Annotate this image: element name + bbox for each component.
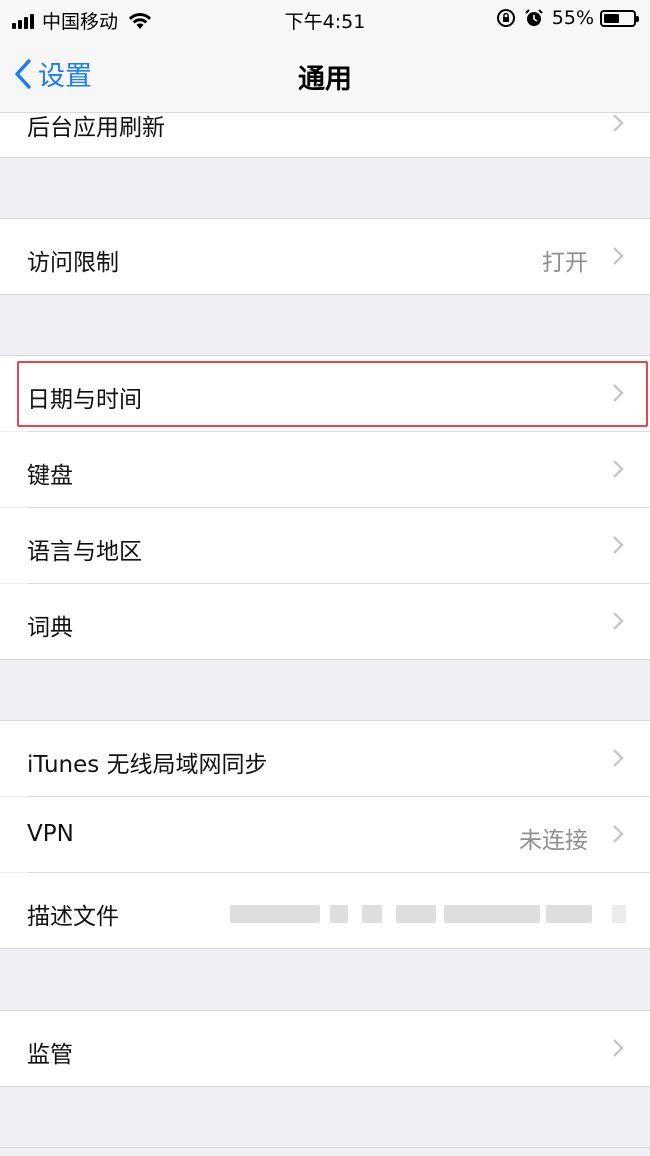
chevron-right-icon xyxy=(613,114,624,132)
chevron-right-icon xyxy=(613,247,624,265)
status-right: 55% xyxy=(496,7,639,29)
chevron-right-icon xyxy=(613,749,624,767)
row-keyboard[interactable]: 键盘 xyxy=(0,432,650,507)
row-label: 语言与地区 xyxy=(27,539,142,565)
row-detail: 打开 xyxy=(542,250,588,276)
row-label: 监管 xyxy=(27,1042,73,1068)
row-restrictions[interactable]: 访问限制 打开 xyxy=(0,219,650,294)
row-label: 后台应用刷新 xyxy=(27,115,165,141)
navigation-bar: 设置 通用 xyxy=(0,38,650,113)
battery-icon xyxy=(600,9,639,27)
page-title: 通用 xyxy=(298,64,352,95)
chevron-right-icon xyxy=(613,536,624,554)
chevron-right-icon xyxy=(613,612,624,630)
row-itunes-sync[interactable]: iTunes 无线局域网同步 xyxy=(0,721,650,796)
row-label: 访问限制 xyxy=(27,250,119,276)
row-supervision[interactable]: 监管 xyxy=(0,1011,650,1086)
row-dictionary[interactable]: 词典 xyxy=(0,584,650,659)
row-label: 描述文件 xyxy=(27,904,119,930)
row-label: 词典 xyxy=(27,615,73,641)
orientation-lock-icon xyxy=(496,9,515,27)
row-label: VPN xyxy=(27,821,74,847)
status-bar: 中国移动 下午4:51 55% xyxy=(0,0,650,38)
row-language-region[interactable]: 语言与地区 xyxy=(0,508,650,583)
row-background-refresh[interactable]: 后台应用刷新 xyxy=(0,113,650,157)
alarm-icon xyxy=(525,9,543,26)
row-label: 键盘 xyxy=(27,463,73,489)
row-vpn[interactable]: VPN 未连接 xyxy=(0,797,650,872)
chevron-right-icon xyxy=(613,825,624,843)
row-detail: 未连接 xyxy=(519,828,588,854)
chevron-right-icon xyxy=(613,460,624,478)
battery-percent: 55% xyxy=(551,7,594,29)
row-label: iTunes 无线局域网同步 xyxy=(27,752,268,778)
chevron-right-icon xyxy=(613,1039,624,1057)
highlight-frame xyxy=(17,361,648,427)
